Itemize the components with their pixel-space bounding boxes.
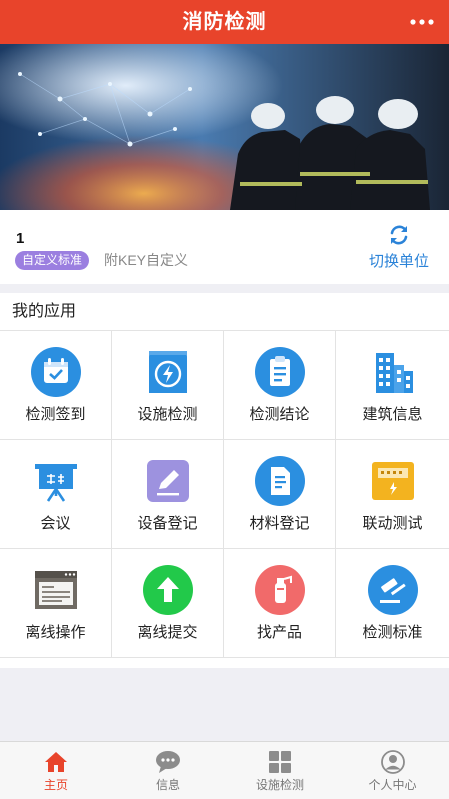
tab-facility-inspection[interactable]: 设施检测 [224,742,336,799]
switch-unit-button[interactable]: 切换单位 [363,224,435,270]
app-label: 设备登记 [137,515,198,532]
app-label: 检测标准 [362,624,423,641]
app-offline-submit[interactable]: 离线提交 [112,549,224,658]
top-bar: 消防检测 [0,0,449,44]
app-linkage-test[interactable]: 联动测试 [336,440,449,549]
app-offline-operation[interactable]: 离线操作 [0,549,112,658]
building-icon [375,353,413,393]
lightning-icon [148,351,187,393]
app-label: 会议 [40,515,71,532]
app-label: 离线操作 [25,624,86,641]
my-apps-title: 我的应用 [12,303,77,320]
app-inspection-conclusion[interactable]: 检测结论 [224,331,336,440]
app-find-product[interactable]: 找产品 [224,549,336,658]
app-label: 检测签到 [25,406,86,423]
clipboard-icon [254,347,305,397]
tab-label: 主页 [43,778,68,792]
unit-panel: 1 自定义标准 附KEY自定义 切换单位 [0,210,449,284]
tab-label: 个人中心 [368,778,417,792]
app-label: 建筑信息 [362,406,423,423]
standard-tag: 自定义标准 [15,251,90,270]
more-icon[interactable] [409,12,435,32]
app-equipment-registration[interactable]: 设备登记 [112,440,224,549]
fire-extinguisher-icon [254,565,305,615]
tab-messages[interactable]: 信息 [112,742,224,799]
tab-label: 设施检测 [255,778,304,792]
app-inspection-standard[interactable]: 检测标准 [336,549,449,658]
refresh-icon [390,225,408,245]
app-material-registration[interactable]: 材料登记 [224,440,336,549]
app-check-in[interactable]: 检测签到 [0,331,112,440]
page-title: 消防检测 [182,11,267,33]
home-icon [45,752,67,772]
banner-image [0,44,449,210]
bottom-tab-bar: 主页 信息 设施检测 个人中心 [0,741,449,799]
tab-profile[interactable]: 个人中心 [336,742,449,799]
switch-unit-label: 切换单位 [368,253,429,270]
presentation-icon [34,464,77,502]
app-label: 材料登记 [249,515,310,532]
control-panel-icon [371,462,414,500]
grid-icon [269,751,291,773]
app-grid: 检测签到 设施检测 检测结论 建筑信息 会议 设备登记 材料登记 联动测试 离线… [0,330,449,658]
user-icon [380,750,405,774]
tab-label: 信息 [155,778,180,792]
message-icon [156,751,180,773]
document-icon [254,456,305,506]
app-label: 找产品 [256,624,302,641]
app-building-info[interactable]: 建筑信息 [336,331,449,440]
gavel-icon [367,565,418,615]
edit-icon [146,460,189,502]
standard-note: 附KEY自定义 [104,252,189,268]
unit-name: 1 [16,230,25,247]
my-apps-panel: 我的应用 检测签到 设施检测 检测结论 建筑信息 会议 设备登记 材料登记 联动… [0,293,449,668]
app-label: 检测结论 [249,406,310,423]
app-label: 联动测试 [362,515,423,532]
app-meeting[interactable]: 会议 [0,440,112,549]
app-label: 离线提交 [137,624,198,641]
upload-arrow-icon [142,565,193,615]
app-facility-inspection[interactable]: 设施检测 [112,331,224,440]
app-label: 设施检测 [137,406,198,423]
calendar-check-icon [30,347,81,397]
tab-home[interactable]: 主页 [0,742,112,799]
browser-window-icon [34,571,77,609]
